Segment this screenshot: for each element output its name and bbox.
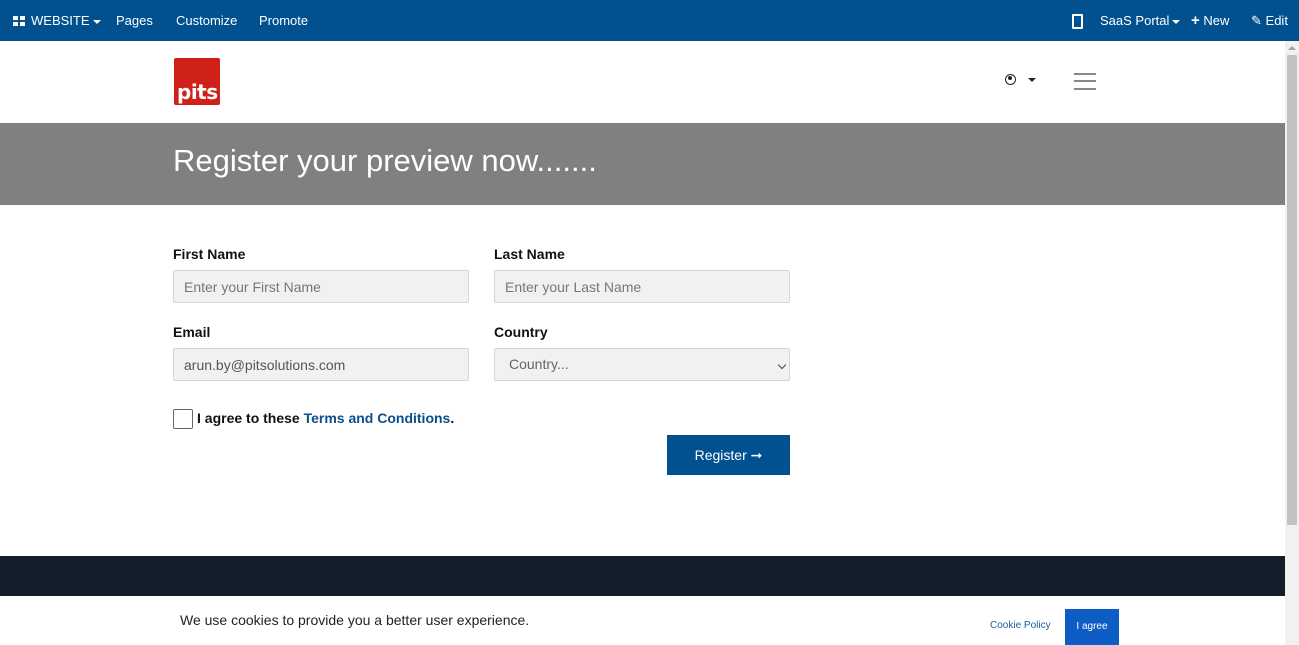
email-label: Email bbox=[173, 324, 211, 340]
scroll-up-arrow-icon[interactable] bbox=[1288, 46, 1296, 50]
logo-text: pits bbox=[177, 80, 218, 104]
hamburger-line bbox=[1074, 73, 1096, 75]
agree-period: . bbox=[450, 410, 455, 426]
first-name-field[interactable] bbox=[173, 270, 469, 303]
customize-menu[interactable]: Customize bbox=[176, 0, 237, 41]
cookie-consent-bar: We use cookies to provide you a better u… bbox=[0, 596, 1285, 645]
promote-menu[interactable]: Promote bbox=[259, 0, 308, 41]
country-select-value: Country... bbox=[509, 356, 569, 372]
user-icon bbox=[1005, 74, 1016, 85]
scrollbar-thumb[interactable] bbox=[1287, 55, 1297, 525]
grid-icon bbox=[13, 15, 25, 26]
last-name-label: Last Name bbox=[494, 246, 565, 262]
page-scrollbar[interactable] bbox=[1285, 41, 1299, 645]
edit-label: Edit bbox=[1265, 13, 1288, 28]
terms-checkbox[interactable] bbox=[173, 409, 193, 429]
chevron-down-icon bbox=[1028, 78, 1036, 82]
hamburger-line bbox=[1074, 88, 1096, 90]
page-title: Register your preview now....... bbox=[173, 143, 597, 178]
site-footer bbox=[0, 556, 1285, 598]
plus-icon: + bbox=[1191, 12, 1200, 29]
arrow-right-icon: ➞ bbox=[750, 447, 763, 463]
email-field[interactable] bbox=[173, 348, 469, 381]
register-label: Register bbox=[694, 447, 747, 463]
first-name-label: First Name bbox=[173, 246, 246, 262]
user-account-menu[interactable] bbox=[1005, 73, 1037, 89]
edit-button[interactable]: ✎ Edit bbox=[1251, 0, 1288, 41]
new-button[interactable]: + New bbox=[1191, 0, 1229, 41]
site-logo[interactable]: pits bbox=[174, 58, 220, 105]
agree-text: I agree to these bbox=[197, 410, 300, 426]
country-select[interactable]: Country... bbox=[494, 348, 790, 381]
cookie-policy-link[interactable]: Cookie Policy bbox=[990, 620, 1051, 631]
saas-portal-menu[interactable]: SaaS Portal bbox=[1100, 0, 1181, 41]
last-name-field[interactable] bbox=[494, 270, 790, 303]
hamburger-line bbox=[1074, 80, 1096, 82]
pencil-icon: ✎ bbox=[1251, 13, 1262, 28]
saas-portal-label: SaaS Portal bbox=[1100, 13, 1170, 28]
mobile-preview-button[interactable] bbox=[1072, 0, 1083, 41]
page-banner: Register your preview now....... bbox=[0, 123, 1285, 205]
register-button[interactable]: Register ➞ bbox=[667, 435, 790, 475]
new-label: New bbox=[1203, 13, 1230, 28]
website-menu[interactable]: WEBSITE bbox=[13, 0, 101, 41]
chevron-down-icon bbox=[92, 19, 101, 24]
cookie-agree-button[interactable]: I agree bbox=[1065, 609, 1119, 645]
cookie-message: We use cookies to provide you a better u… bbox=[180, 612, 530, 628]
country-label: Country bbox=[494, 324, 548, 340]
chevron-down-icon bbox=[777, 360, 787, 370]
chevron-down-icon bbox=[1172, 19, 1181, 24]
mobile-phone-icon bbox=[1072, 14, 1083, 30]
terms-agreement: I agree to these Terms and Conditions. bbox=[197, 410, 454, 426]
admin-top-bar: WEBSITE Pages Customize Promote SaaS Por… bbox=[0, 0, 1299, 41]
pages-menu[interactable]: Pages bbox=[116, 0, 153, 41]
website-menu-label: WEBSITE bbox=[31, 13, 90, 28]
hamburger-menu-button[interactable] bbox=[1074, 72, 1096, 90]
terms-link[interactable]: Terms and Conditions bbox=[304, 410, 451, 426]
